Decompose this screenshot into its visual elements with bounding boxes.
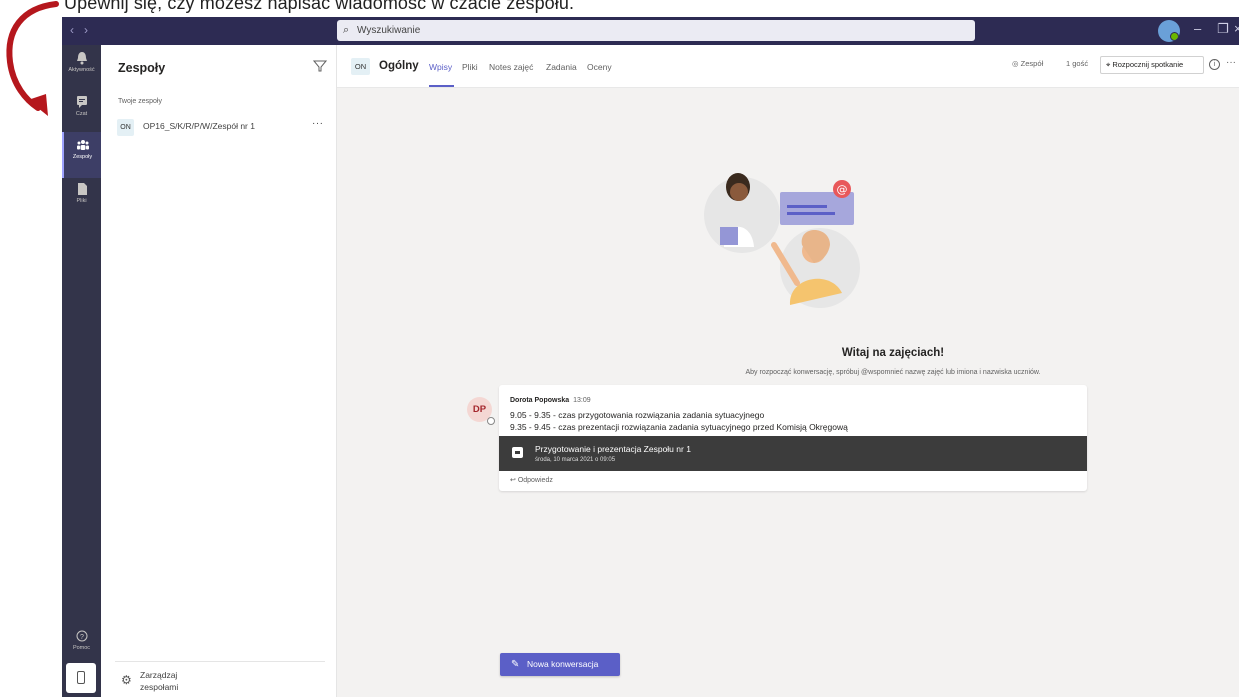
mobile-app-button[interactable] (66, 663, 96, 693)
maximize-icon[interactable]: ❐ (1217, 21, 1229, 37)
rail-label: Aktywność (68, 67, 95, 73)
teams-panel: Zespoły Twoje zespoły ON OP16_S/K/R/P/W/… (101, 45, 337, 697)
rail-item-activity[interactable]: Aktywność (62, 45, 101, 91)
welcome-title: Witaj na zajęciach! (841, 347, 945, 359)
rail-label: Zespoły (72, 154, 93, 160)
channel-name: Ogólny (379, 60, 419, 72)
search-icon: ⌕ (343, 24, 350, 36)
rail-label: Pliki (76, 198, 87, 204)
start-meeting-button[interactable]: ⌖ Rozpocznij spotkanie (1100, 56, 1204, 74)
message-time: 13:09 (573, 397, 591, 404)
svg-text:@: @ (837, 183, 848, 196)
team-icon: ◎ (1012, 59, 1021, 68)
screenshot-frame: Upewnij się, czy możesz napisać wiadomoś… (0, 0, 1239, 697)
welcome-subtitle: Aby rozpocząć konwersację, spróbuj @wspo… (745, 369, 1041, 376)
tab-posts[interactable]: Wpisy (429, 62, 452, 72)
more-options-icon[interactable]: ··· (1226, 57, 1236, 68)
filter-icon[interactable] (313, 59, 327, 73)
guest-count[interactable]: 1 gość (1066, 59, 1088, 68)
tab-files[interactable]: Pliki (462, 62, 478, 72)
teams-icon (76, 140, 89, 150)
reply-icon: ↩ (510, 477, 518, 484)
instruction-text: Upewnij się, czy możesz napisać wiadomoś… (64, 0, 575, 13)
phone-icon (77, 671, 85, 684)
rail-item-teams[interactable]: Zespoły (62, 132, 101, 178)
app-rail: Aktywność Czat Zespoły Pliki ? Pomoc (62, 45, 101, 697)
tab-grades[interactable]: Oceny (587, 62, 612, 72)
title-bar: ‹› ⌕ Wyszukiwanie – ❐ × (62, 17, 1239, 45)
calendar-icon (512, 447, 523, 458)
divider (115, 661, 325, 662)
user-avatar[interactable] (1158, 20, 1180, 42)
message-line-1: 9.05 - 9.35 - czas przygotowania rozwiąz… (510, 410, 765, 420)
search-input[interactable]: ⌕ Wyszukiwanie (337, 20, 975, 41)
team-name: OP16_S/K/R/P/W/Zespół nr 1 (143, 121, 255, 131)
avatar[interactable]: DP (467, 397, 495, 425)
bell-icon (76, 52, 87, 65)
chevron-right-icon[interactable]: › (84, 23, 98, 37)
compose-icon: ✎ (511, 659, 520, 670)
rail-item-chat[interactable]: Czat (62, 89, 101, 135)
help-icon: ? (76, 630, 87, 642)
section-heading: Twoje zespoły (118, 98, 162, 105)
panel-title: Zespoły (118, 61, 166, 75)
tab-assignments[interactable]: Zadania (546, 62, 577, 72)
team-badge: ON (117, 119, 134, 136)
rail-label: Czat (75, 111, 88, 117)
team-info-button[interactable]: ◎ Zespół (1012, 59, 1043, 68)
history-nav: ‹› (70, 23, 98, 37)
new-conversation-button[interactable]: ✎ Nowa konwersacja (500, 653, 620, 676)
new-conversation-label: Nowa konwersacja (527, 659, 599, 669)
red-arrow-annotation (6, 1, 59, 116)
tab-class-notebook[interactable]: Notes zajęć (489, 62, 533, 72)
channel-header: ON Ogólny Wpisy Pliki Notes zajęć Zadani… (337, 45, 1239, 88)
message-line-2: 9.35 - 9.45 - czas prezentacji rozwiązan… (510, 422, 848, 432)
message-card: Dorota Popowska 13:09 9.05 - 9.35 - czas … (499, 385, 1087, 491)
chevron-left-icon[interactable]: ‹ (70, 23, 84, 37)
team-label: Zespół (1020, 59, 1044, 68)
avatar-initials: DP (472, 404, 487, 415)
start-meeting-label: Rozpocznij spotkanie (1112, 60, 1184, 69)
manage-teams-button[interactable]: ⚙ Zarządzaj zespołami (121, 669, 281, 695)
chat-icon (76, 96, 87, 108)
svg-text:?: ? (80, 634, 84, 641)
file-icon (77, 183, 87, 195)
info-icon[interactable]: i (1209, 59, 1220, 70)
more-options-icon[interactable]: ··· (312, 118, 324, 129)
welcome-illustration: @ (704, 173, 860, 308)
active-tab-indicator (429, 85, 454, 87)
channel-view: ON Ogólny Wpisy Pliki Notes zajęć Zadani… (337, 45, 1239, 697)
meeting-title: Przygotowanie i prezentacja Zespołu nr 1 (535, 444, 691, 454)
minimize-icon[interactable]: – (1194, 21, 1201, 36)
reply-button[interactable]: ↩ Odpowiedz (510, 476, 553, 484)
status-indicator (487, 417, 495, 425)
meeting-date: środa, 10 marca 2021 o 09:05 (535, 457, 616, 463)
rail-item-files[interactable]: Pliki (62, 176, 101, 222)
channel-badge: ON (351, 58, 370, 75)
team-item[interactable]: ON OP16_S/K/R/P/W/Zespół nr 1 ··· (115, 116, 330, 138)
close-icon[interactable]: × (1234, 21, 1239, 36)
gear-icon: ⚙ (121, 673, 132, 687)
meeting-card[interactable]: Przygotowanie i prezentacja Zespołu nr 1… (499, 436, 1087, 471)
manage-teams-label: Zarządzaj zespołami (140, 670, 179, 692)
reply-label: Odpowiedz (517, 477, 553, 484)
message-header: Dorota Popowska 13:09 (510, 397, 591, 404)
message-author: Dorota Popowska (510, 397, 570, 404)
rail-label: Pomoc (72, 645, 91, 651)
search-placeholder: Wyszukiwanie (357, 25, 421, 36)
